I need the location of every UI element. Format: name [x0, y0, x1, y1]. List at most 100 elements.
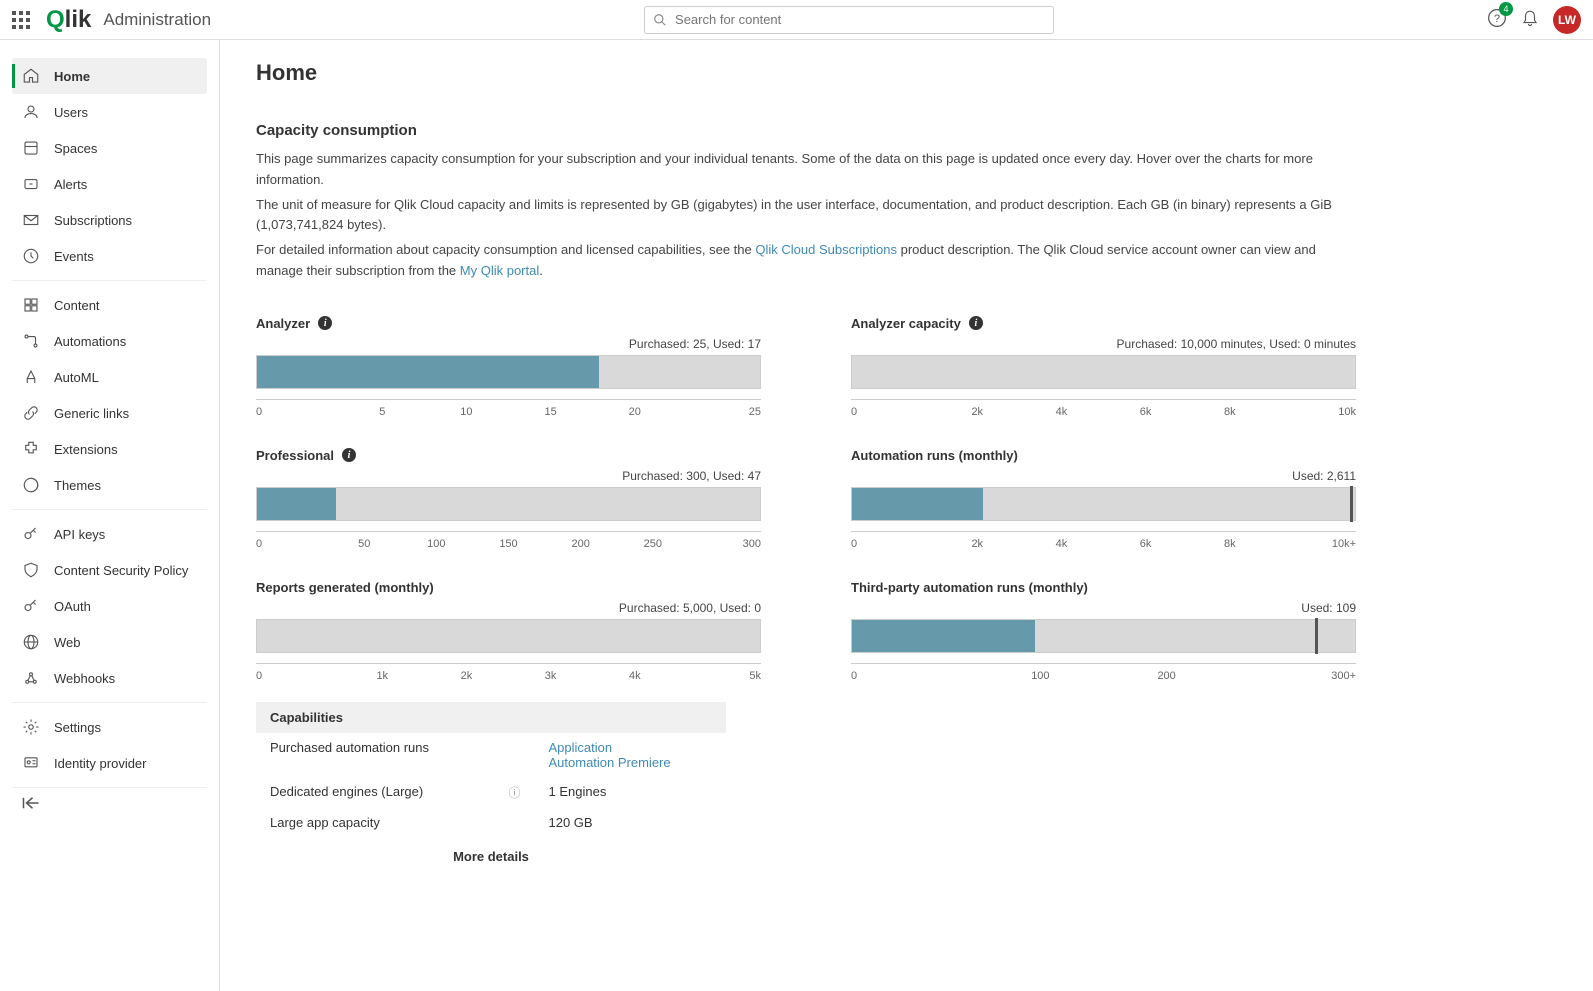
cap-label: Dedicated engines (Large) [256, 777, 494, 808]
web-icon [22, 633, 40, 651]
more-details-button[interactable]: More details [256, 849, 726, 864]
bar-track[interactable] [851, 355, 1356, 389]
subscriptions-icon [22, 211, 40, 229]
info-icon[interactable]: i [969, 316, 983, 330]
chart-subtitle: Purchased: 10,000 minutes, Used: 0 minut… [851, 337, 1356, 351]
bar-track[interactable] [256, 487, 761, 521]
sidebar-item-label: Settings [54, 720, 101, 735]
bar-track[interactable] [851, 487, 1356, 521]
chart-subtitle: Used: 2,611 [851, 469, 1356, 483]
chart-title: Reports generated (monthly) [256, 580, 434, 595]
avatar[interactable]: LW [1553, 6, 1581, 34]
sidebar-item-themes[interactable]: Themes [12, 467, 207, 503]
webhooks-icon [22, 669, 40, 687]
sidebar-item-automations[interactable]: Automations [12, 323, 207, 359]
help-badge: 4 [1499, 2, 1513, 16]
sidebar-item-webhooks[interactable]: Webhooks [12, 660, 207, 696]
identity-provider-icon [22, 754, 40, 772]
sidebar-item-users[interactable]: Users [12, 94, 207, 130]
info-icon[interactable]: i [318, 316, 332, 330]
cap-value: 120 GB [549, 815, 593, 830]
bar-track[interactable] [256, 355, 761, 389]
chart-third-party-automation: Third-party automation runs (monthly)Use… [851, 580, 1356, 682]
chart-analyzer: AnalyzeriPurchased: 25, Used: 1705101520… [256, 316, 761, 418]
chart-axis: 01k2k3k4k5k [256, 663, 761, 682]
bar-fill [852, 620, 1035, 652]
bell-icon[interactable] [1521, 9, 1539, 30]
sidebar-item-identity-provider[interactable]: Identity provider [12, 745, 207, 781]
cap-label: Large app capacity [256, 808, 494, 837]
bar-track[interactable] [256, 619, 761, 653]
alerts-icon [22, 175, 40, 193]
sidebar-item-events[interactable]: Events [12, 238, 207, 274]
content-icon [22, 296, 40, 314]
qlik-logo[interactable]: Qlik [46, 6, 91, 34]
spaces-icon [22, 139, 40, 157]
info-icon[interactable]: i [342, 448, 356, 462]
chart-subtitle: Purchased: 5,000, Used: 0 [256, 601, 761, 615]
sidebar-item-label: Extensions [54, 442, 118, 457]
chart-title: Analyzer [256, 316, 310, 331]
csp-icon [22, 561, 40, 579]
sidebar-item-home[interactable]: Home [12, 58, 207, 94]
search-input[interactable] [675, 12, 1045, 27]
cap-link[interactable]: Automation Premiere [549, 755, 713, 770]
cap-value: 1 Engines [549, 784, 607, 799]
sidebar-item-generic-links[interactable]: Generic links [12, 395, 207, 431]
help-icon[interactable]: ? 4 [1487, 8, 1507, 31]
info-icon[interactable]: ⓘ [508, 786, 520, 800]
chart-analyzer-capacity: Analyzer capacityiPurchased: 10,000 minu… [851, 316, 1356, 418]
sidebar-item-oauth[interactable]: OAuth [12, 588, 207, 624]
chart-professional: ProfessionaliPurchased: 300, Used: 47050… [256, 448, 761, 550]
sidebar-item-label: Generic links [54, 406, 129, 421]
sidebar-item-label: API keys [54, 527, 105, 542]
oauth-icon [22, 597, 40, 615]
app-launcher-icon[interactable] [12, 11, 30, 29]
cap-link[interactable]: Application [549, 740, 713, 755]
sidebar-item-alerts[interactable]: Alerts [12, 166, 207, 202]
collapse-sidebar-icon[interactable] [0, 788, 219, 821]
users-icon [22, 103, 40, 121]
intro-p2: The unit of measure for Qlik Cloud capac… [256, 195, 1356, 237]
sidebar-item-label: Automations [54, 334, 126, 349]
cap-label: Purchased automation runs [256, 733, 494, 777]
sidebar-item-spaces[interactable]: Spaces [12, 130, 207, 166]
sidebar-item-label: Identity provider [54, 756, 147, 771]
themes-icon [22, 476, 40, 494]
section-title: Capacity consumption [256, 122, 1557, 139]
chart-subtitle: Purchased: 25, Used: 17 [256, 337, 761, 351]
link-qlik-cloud-subscriptions[interactable]: Qlik Cloud Subscriptions [755, 242, 897, 257]
chart-title: Professional [256, 448, 334, 463]
sidebar-item-label: Themes [54, 478, 101, 493]
intro-p3: For detailed information about capacity … [256, 240, 1356, 282]
sidebar-item-label: Home [54, 69, 90, 84]
sidebar-item-web[interactable]: Web [12, 624, 207, 660]
chart-axis: 050100150200250300 [256, 531, 761, 550]
table-row: Large app capacity 120 GB [256, 808, 726, 837]
topbar: Qlik Administration ? 4 LW [0, 0, 1593, 40]
sidebar-item-settings[interactable]: Settings [12, 709, 207, 745]
main-content: Home Capacity consumption This page summ… [220, 40, 1593, 991]
sidebar-item-label: Content [54, 298, 100, 313]
sidebar-item-extensions[interactable]: Extensions [12, 431, 207, 467]
sidebar-item-api-keys[interactable]: API keys [12, 516, 207, 552]
sidebar-item-label: Alerts [54, 177, 87, 192]
api-keys-icon [22, 525, 40, 543]
search-icon [653, 13, 667, 27]
sidebar-item-subscriptions[interactable]: Subscriptions [12, 202, 207, 238]
sidebar-item-automl[interactable]: AutoML [12, 359, 207, 395]
sidebar-item-label: Webhooks [54, 671, 115, 686]
home-icon [22, 67, 40, 85]
sidebar-item-csp[interactable]: Content Security Policy [12, 552, 207, 588]
link-my-qlik-portal[interactable]: My Qlik portal [460, 263, 539, 278]
bar-track[interactable] [851, 619, 1356, 653]
sidebar-item-label: Subscriptions [54, 213, 132, 228]
sidebar-item-label: AutoML [54, 370, 99, 385]
bar-fill [852, 488, 983, 520]
chart-axis: 02k4k6k8k10k+ [851, 531, 1356, 550]
settings-icon [22, 718, 40, 736]
page-title: Home [256, 60, 1557, 86]
chart-title: Automation runs (monthly) [851, 448, 1018, 463]
search-input-wrap[interactable] [644, 6, 1054, 34]
sidebar-item-content[interactable]: Content [12, 287, 207, 323]
